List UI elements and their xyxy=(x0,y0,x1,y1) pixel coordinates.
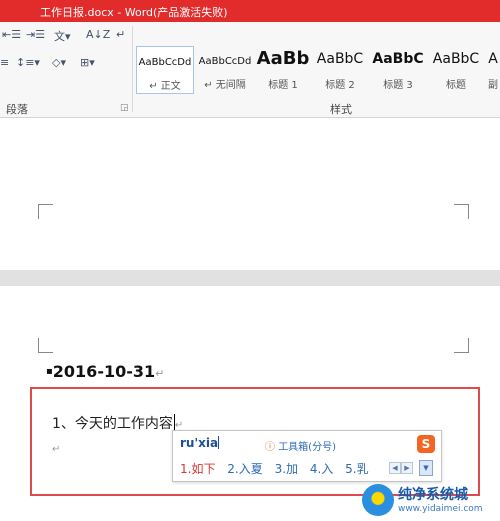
increase-indent-icon[interactable]: ⇥☰ xyxy=(26,28,45,41)
prev-page-icon[interactable]: ◀ xyxy=(389,462,401,474)
watermark-name: 纯净系统城 xyxy=(398,487,468,503)
style-heading-1[interactable]: AaBb 标题 1 xyxy=(256,46,310,94)
sogou-logo-icon[interactable]: S xyxy=(417,435,435,453)
paragraph-group: ⇤☰ ⇥☰ 文▾ A↓Z ↵ ≡ ↕≡▾ ◇▾ ⊞▾ 段落 ◲ xyxy=(0,22,132,117)
style-name: ↵ 无间隔 xyxy=(204,80,246,91)
watermark: 纯净系统城 www.yidaimei.com xyxy=(362,482,496,518)
watermark-logo-icon xyxy=(362,484,394,516)
style-name: 标题 3 xyxy=(383,80,413,91)
sort-icon[interactable]: A↓Z xyxy=(86,28,110,41)
crop-mark xyxy=(38,204,53,219)
next-page-icon[interactable]: ▶ xyxy=(401,462,413,474)
crop-mark xyxy=(454,204,469,219)
ime-candidate[interactable]: 3.加 xyxy=(275,462,298,476)
style-heading-2[interactable]: AaBbC 标题 2 xyxy=(312,46,368,94)
style-sample: AaBb xyxy=(256,48,310,69)
shading-icon[interactable]: ◇▾ xyxy=(52,56,66,69)
styles-group-label: 样式 xyxy=(330,103,352,116)
style-name: ↵ 正文 xyxy=(149,81,181,92)
crop-mark xyxy=(454,338,469,353)
style-heading-3[interactable]: AaBbC 标题 3 xyxy=(370,46,426,94)
ime-candidate[interactable]: 4.入 xyxy=(310,462,333,476)
ime-hint-text: 工具箱(分号) xyxy=(278,442,336,453)
crop-mark xyxy=(38,338,53,353)
watermark-url: www.yidaimei.com xyxy=(398,504,483,514)
title-bar: 工作日报.docx - Word(产品激活失败) xyxy=(0,0,500,22)
chinese-layout-icon[interactable]: 文▾ xyxy=(54,28,71,44)
group-divider xyxy=(132,26,133,112)
paragraph-group-label: 段落 xyxy=(6,103,28,116)
style-name: 副 xyxy=(488,80,498,91)
align-icon[interactable]: ≡ xyxy=(0,56,9,69)
ribbon: ⇤☰ ⇥☰ 文▾ A↓Z ↵ ≡ ↕≡▾ ◇▾ ⊞▾ 段落 ◲ AaBbCcDd… xyxy=(0,22,500,118)
document-page-1[interactable] xyxy=(0,118,500,270)
info-icon: ⓘ xyxy=(265,442,275,453)
window-title: 工作日报.docx - Word(产品激活失败) xyxy=(40,6,228,19)
style-name: 标题 1 xyxy=(268,80,298,91)
style-sample: AaBbCcDd xyxy=(138,57,192,68)
ime-cursor xyxy=(218,436,220,449)
style-sample: AaBbC xyxy=(316,51,364,67)
dialog-launcher-icon[interactable]: ◲ xyxy=(120,103,129,113)
style-title[interactable]: AaBbC 标题 xyxy=(428,46,484,94)
heading-text: 2016-10-31 xyxy=(52,362,156,381)
body-line-1[interactable]: 1、今天的工作内容 ↵ xyxy=(52,413,183,433)
line-text: 1、今天的工作内容 xyxy=(52,416,173,432)
style-subtitle[interactable]: A 副 xyxy=(486,46,500,94)
ime-toolbox-hint[interactable]: ⓘ 工具箱(分号) xyxy=(265,438,336,453)
line-spacing-icon[interactable]: ↕≡▾ xyxy=(16,56,40,69)
style-normal[interactable]: AaBbCcDd ↵ 正文 xyxy=(136,46,194,94)
style-no-spacing[interactable]: AaBbCcDd ↵ 无间隔 xyxy=(196,46,254,94)
paragraph-mark: ↵ xyxy=(155,367,165,380)
style-sample: A xyxy=(488,51,498,67)
decrease-indent-icon[interactable]: ⇤☰ xyxy=(2,28,21,41)
ime-candidate-list: 1.如下 2.入夏 3.加 4.入 5.乳 xyxy=(180,460,377,477)
ime-candidate-window: ru'xia ⓘ 工具箱(分号) S 1.如下 2.入夏 3.加 4.入 5.乳… xyxy=(172,430,442,482)
ime-composition: ru'xia xyxy=(180,436,220,450)
style-name: 标题 xyxy=(446,80,466,91)
ime-candidate[interactable]: 1.如下 xyxy=(180,462,215,476)
style-sample: AaBbC xyxy=(372,51,424,67)
borders-icon[interactable]: ⊞▾ xyxy=(80,56,95,69)
body-line-2[interactable]: ↵ xyxy=(52,444,60,455)
style-sample: AaBbCcDd xyxy=(198,56,252,67)
ime-candidate[interactable]: 2.入夏 xyxy=(227,462,262,476)
ime-candidate[interactable]: 5.乳 xyxy=(345,462,368,476)
ime-composition-text: ru'xia xyxy=(180,436,219,450)
expand-candidates-icon[interactable]: ▼ xyxy=(419,460,433,476)
date-heading[interactable]: ▪2016-10-31↵ xyxy=(46,362,164,381)
style-name: 标题 2 xyxy=(325,80,355,91)
show-marks-icon[interactable]: ↵ xyxy=(116,28,125,41)
style-sample: AaBbC xyxy=(432,51,480,67)
page-gap xyxy=(0,270,500,286)
